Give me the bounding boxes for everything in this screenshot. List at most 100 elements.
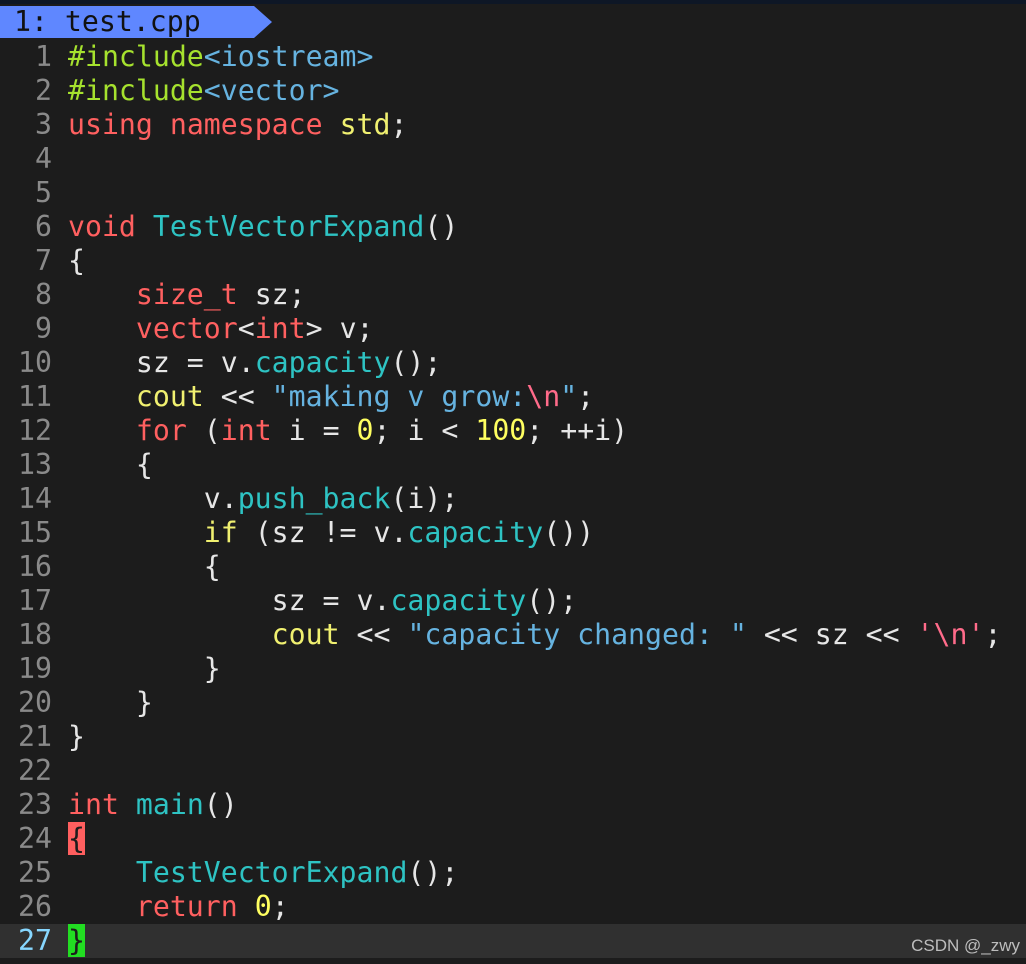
line-number: 22 (18, 754, 52, 787)
code-line[interactable]: 12 for (int i = 0; i < 100; ++i) (0, 414, 1026, 448)
code-line[interactable]: 23 int main() (0, 788, 1026, 822)
code-token: vector (135, 312, 238, 345)
code-token: ()) (543, 516, 595, 549)
code-token: > v; (305, 312, 374, 345)
code-text[interactable]: int main() (68, 788, 238, 822)
code-line[interactable]: 24 { (0, 822, 1026, 856)
code-text[interactable]: { (68, 448, 153, 482)
code-text[interactable]: cout << "making v grow:\n"; (68, 380, 594, 414)
code-line[interactable]: 13 { (0, 448, 1026, 482)
code-token: 0 (254, 890, 272, 923)
code-line[interactable]: 22 (0, 754, 1026, 788)
code-token: (); (407, 856, 459, 889)
line-number: 13 (18, 448, 52, 481)
code-text[interactable]: for (int i = 0; i < 100; ++i) (68, 414, 628, 448)
code-token: std (339, 108, 391, 141)
code-text[interactable]: { (68, 244, 85, 278)
line-number: 18 (18, 618, 52, 651)
code-token: #include (68, 74, 204, 107)
line-number: 2 (35, 74, 52, 107)
code-text[interactable]: #include<iostream> (68, 40, 373, 74)
code-text[interactable]: if (sz != v.capacity()) (68, 516, 594, 550)
code-line[interactable]: 10 sz = v.capacity(); (0, 346, 1026, 380)
code-line[interactable]: 18 cout << "capacity changed: " << sz <<… (0, 618, 1026, 652)
code-text[interactable]: sz = v.capacity(); (68, 346, 442, 380)
code-line[interactable]: 17 sz = v.capacity(); (0, 584, 1026, 618)
code-text[interactable]: } (68, 686, 153, 720)
code-text[interactable]: size_t sz; (68, 278, 306, 312)
code-token: ; ++i) (526, 414, 629, 447)
code-line[interactable]: 5 (0, 176, 1026, 210)
code-line[interactable]: 15 if (sz != v.capacity()) (0, 516, 1026, 550)
code-text[interactable]: sz = v.capacity(); (68, 584, 577, 618)
code-line[interactable]: 7{ (0, 244, 1026, 278)
code-line[interactable]: 19 } (0, 652, 1026, 686)
line-number: 3 (35, 108, 52, 141)
line-number: 21 (18, 720, 52, 753)
code-line[interactable]: 25 TestVectorExpand(); (0, 856, 1026, 890)
code-text[interactable]: #include<vector> (68, 74, 340, 108)
code-text[interactable]: v.push_back(i); (68, 482, 459, 516)
code-token: ; i < (373, 414, 476, 447)
code-line[interactable]: 6 void TestVectorExpand() (0, 210, 1026, 244)
code-line[interactable]: 8 size_t sz; (0, 278, 1026, 312)
code-token: { (68, 448, 153, 481)
code-token: return (135, 890, 238, 923)
code-line[interactable]: 1 #include<iostream> (0, 40, 1026, 74)
line-number: 19 (18, 652, 52, 685)
code-line[interactable]: 4 (0, 142, 1026, 176)
code-token: sz = v. (68, 584, 391, 617)
code-text[interactable]: } (68, 652, 221, 686)
code-token: 100 (475, 414, 527, 447)
code-text[interactable]: { (68, 550, 221, 584)
code-token: int (68, 788, 119, 821)
code-token: v. (68, 482, 238, 515)
tab-label: 1: test.cpp (14, 5, 201, 38)
line-number: 26 (18, 890, 52, 923)
code-text[interactable]: vector<int> v; (68, 312, 374, 346)
code-token: size_t (135, 278, 238, 311)
code-text[interactable]: TestVectorExpand(); (68, 856, 458, 890)
line-number: 4 (35, 142, 52, 175)
code-line[interactable]: 9 vector<int> v; (0, 312, 1026, 346)
code-line[interactable]: 20 } (0, 686, 1026, 720)
code-editor[interactable]: 1 #include<iostream> 2 #include<vector> 3 usi… (0, 40, 1026, 958)
code-token: main (135, 788, 204, 821)
code-token: cout (135, 380, 204, 413)
code-token: << sz << (746, 618, 917, 651)
line-number: 17 (18, 584, 52, 617)
line-number: 7 (35, 244, 52, 277)
code-token: int (254, 312, 306, 345)
code-token: '\n' (916, 618, 985, 651)
code-line[interactable]: 11 cout << "making v grow:\n"; (0, 380, 1026, 414)
code-token: (sz != v. (237, 516, 408, 549)
tab-test-cpp[interactable]: 1: test.cpp (0, 6, 272, 38)
code-text[interactable]: } (68, 924, 85, 958)
code-text[interactable]: cout << "capacity changed: " << sz << '\… (68, 618, 1002, 652)
line-number: 16 (18, 550, 52, 583)
code-line[interactable]: 14 v.push_back(i); (0, 482, 1026, 516)
code-line[interactable]: 2 #include<vector> (0, 74, 1026, 108)
code-text[interactable]: { (68, 822, 85, 856)
line-number: 23 (18, 788, 52, 821)
code-line[interactable]: 26 return 0; (0, 890, 1026, 924)
line-number: 15 (18, 516, 52, 549)
code-text[interactable]: } (68, 720, 85, 754)
code-line[interactable]: 3 using namespace std; (0, 108, 1026, 142)
code-text[interactable]: using namespace std; (68, 108, 407, 142)
code-line[interactable]: 27} (0, 924, 1026, 958)
code-text[interactable]: return 0; (68, 890, 289, 924)
code-token: capacity (390, 584, 527, 617)
line-number: 11 (18, 380, 52, 413)
code-line[interactable]: 16 { (0, 550, 1026, 584)
code-line[interactable]: 21} (0, 720, 1026, 754)
code-text[interactable]: void TestVectorExpand() (68, 210, 458, 244)
